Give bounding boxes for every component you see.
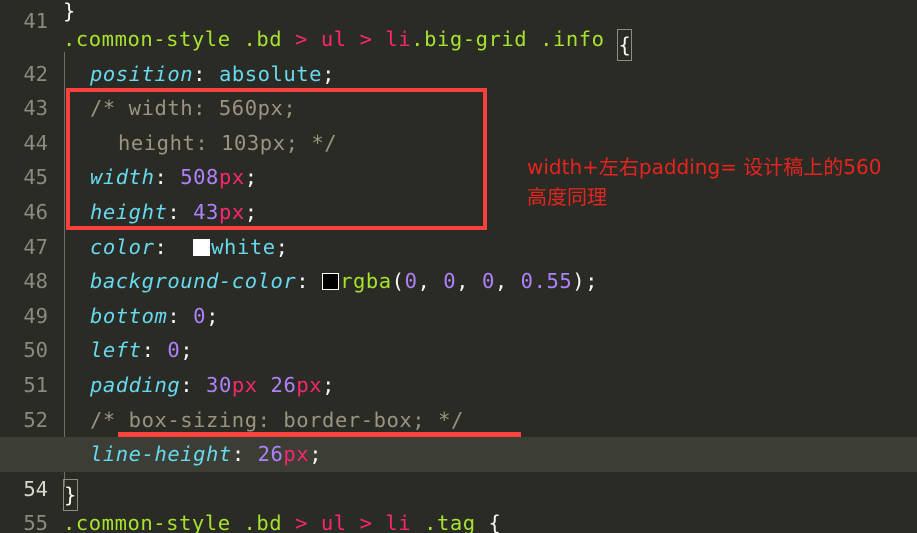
code-token-number: 26 (270, 372, 297, 397)
code-token-brace: { (488, 511, 502, 533)
code-token-unit: px (283, 442, 310, 467)
code-token-property: padding (90, 372, 181, 397)
code-token-number: 0.55 (520, 269, 573, 294)
annotation-note-line-2: 高度同理 (527, 185, 607, 209)
code-token-punct: : (296, 269, 323, 294)
code-token-unit: px (218, 165, 245, 190)
code-token-punct: , (494, 269, 521, 294)
code-token-punct: ; (206, 303, 219, 328)
code-token-property: height (90, 199, 168, 224)
code-token-number: 0 (193, 303, 207, 328)
code-token-selector: .bd (243, 511, 283, 533)
code-token-punct: , (456, 269, 482, 294)
code-token-punct: ; (309, 442, 323, 467)
code-token-unit: px (218, 199, 245, 224)
code-line[interactable]: 41 } (0, 0, 917, 32)
annotation-note: width+左右padding= 设计稿上的560 高度同理 (527, 152, 907, 212)
annotation-red-underline (118, 432, 521, 437)
code-line[interactable]: 55 } (0, 472, 917, 533)
code-line[interactable]: 56 .common-style .bd > ul > li .tag { (0, 506, 917, 533)
code-line[interactable]: 51 left: 0; (0, 333, 917, 397)
code-token-selector: .common-style (63, 511, 231, 533)
code-token-punct: : (193, 61, 219, 86)
code-token-number: 26 (257, 442, 284, 467)
code-token-punct: ( (391, 269, 405, 294)
code-token-punct: , (417, 269, 444, 294)
code-token-punct: : (167, 199, 194, 224)
code-line[interactable]: 50 bottom: 0; (0, 299, 917, 363)
code-token-combinator: > (346, 27, 386, 51)
code-token-selector: .common-style (63, 27, 231, 51)
code-token-punct: : (167, 303, 194, 328)
code-token-property: background-color (90, 269, 297, 294)
code-token-comment: height: 103px; */ (118, 130, 338, 155)
code-token-property: color (90, 234, 155, 259)
code-line[interactable]: 49 background-color: rgba(0, 0, 0, 0.55)… (0, 264, 917, 328)
code-token-number: 0 (481, 269, 495, 294)
code-token-brace: } (63, 0, 76, 23)
code-token-tag: ul (320, 27, 347, 51)
code-token-selector: .tag (411, 511, 489, 533)
color-swatch-white-icon[interactable] (193, 238, 211, 256)
code-token-selector: .info (527, 27, 618, 51)
code-token-comment: /* width: 560px; (90, 96, 297, 121)
code-line[interactable]: 43 position: absolute; (0, 57, 917, 121)
code-token-punct: ; (322, 61, 335, 86)
code-token-function: rgba (340, 269, 392, 294)
code-line[interactable]: 42 .common-style .bd > ul > li.big-grid … (0, 22, 917, 86)
code-token-punct: ; (180, 338, 194, 363)
code-line[interactable]: 52 padding: 30px 26px; (0, 368, 917, 432)
code-token-number: 0 (167, 338, 181, 363)
code-line[interactable]: 48 color: white; (0, 230, 917, 294)
code-token-combinator: > (282, 27, 321, 51)
code-token-punct: ; (275, 234, 289, 259)
code-token-tag: li (385, 27, 412, 51)
code-token-combinator: > (346, 511, 386, 533)
code-token-property: left (90, 338, 142, 363)
code-token-unit: px (296, 372, 323, 397)
code-token-combinator: > (282, 511, 321, 533)
code-token-unit: px (231, 372, 258, 397)
code-token-property: bottom (90, 303, 168, 328)
code-token-punct: ; (322, 372, 336, 397)
code-token-punct: ; (244, 199, 258, 224)
code-token-number: 0 (404, 269, 418, 294)
code-editor[interactable]: 41 } 42 .common-style .bd > ul > li.big-… (0, 0, 917, 533)
code-token-number: 0 (443, 269, 457, 294)
code-token-punct: : (180, 372, 207, 397)
code-token-property: line-height (90, 442, 232, 467)
color-swatch-black-icon[interactable] (322, 273, 340, 291)
code-token-tag: ul (320, 511, 347, 533)
code-token-number: 43 (193, 199, 219, 224)
code-token-punct: ; (244, 165, 258, 190)
code-token-punct: : (154, 165, 181, 190)
code-token-value: absolute (218, 61, 323, 86)
code-token-property: position (90, 61, 194, 86)
code-token-number: 508 (180, 165, 219, 190)
code-token-punct: : (154, 234, 194, 259)
code-line-current[interactable]: 54 line-height: 26px; (0, 437, 917, 501)
code-line[interactable]: 44 /* width: 560px; (0, 91, 917, 155)
code-token-number: 30 (206, 372, 232, 397)
code-token-punct: ); (572, 269, 599, 294)
code-token-punct: : (141, 338, 168, 363)
code-token-comment: /* box-sizing: border-box; */ (90, 407, 464, 432)
code-token-selector: .big-grid (411, 27, 528, 51)
code-token-punct: : (231, 442, 258, 467)
code-token-selector: .bd (243, 27, 283, 51)
annotation-note-line-1: width+左右padding= 设计稿上的560 (527, 155, 882, 179)
code-token-tag: li (385, 511, 412, 533)
code-token-value: white (211, 234, 276, 259)
code-token-property: width (90, 165, 155, 190)
